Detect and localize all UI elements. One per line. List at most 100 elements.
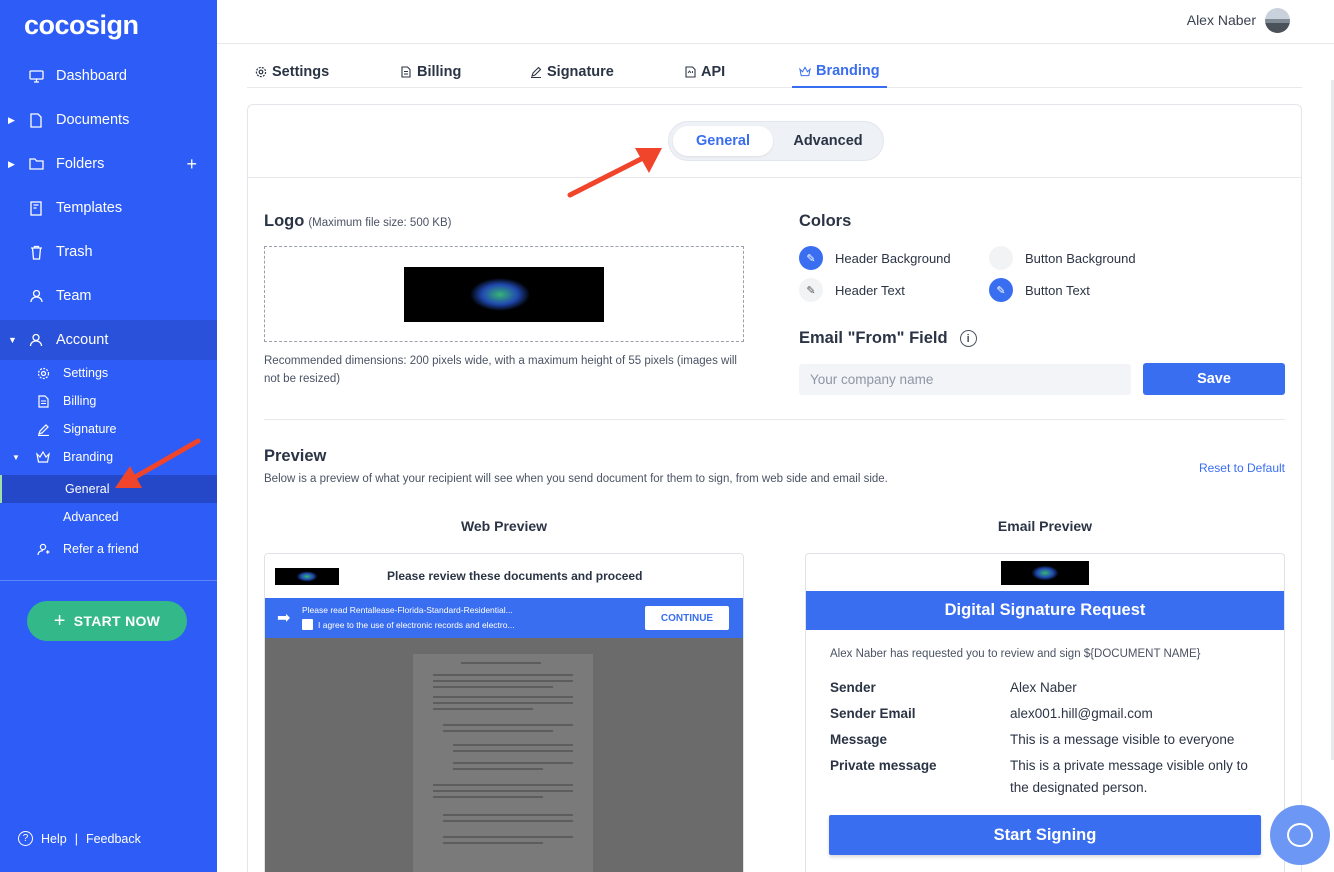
sidebar-item-label: Trash bbox=[56, 244, 93, 260]
tab-settings[interactable]: Settings bbox=[255, 56, 329, 88]
reset-to-default-link[interactable]: Reset to Default bbox=[1199, 461, 1285, 475]
user-icon bbox=[28, 332, 44, 348]
add-folder-icon[interactable]: + bbox=[186, 154, 197, 175]
folder-icon bbox=[28, 156, 44, 172]
tab-api[interactable]: API bbox=[684, 56, 725, 88]
tab-label: Branding bbox=[816, 63, 880, 79]
tab-branding[interactable]: Branding bbox=[792, 56, 887, 88]
start-now-button[interactable]: + START NOW bbox=[27, 601, 187, 641]
message-value: This is a message visible to everyone bbox=[1010, 729, 1260, 751]
message-label: Message bbox=[830, 732, 887, 747]
doc-text-line bbox=[453, 762, 573, 764]
brand-logo[interactable]: cocosign bbox=[24, 10, 139, 41]
private-message-value: This is a private message visible only t… bbox=[1010, 755, 1260, 799]
color-swatch-icon[interactable] bbox=[989, 246, 1013, 270]
doc-text-line bbox=[443, 842, 543, 844]
sender-label: Sender bbox=[830, 680, 876, 695]
chevron-down-icon[interactable]: ▼ bbox=[12, 453, 20, 462]
pencil-icon[interactable]: ✎ bbox=[989, 278, 1013, 302]
help-icon[interactable]: ? bbox=[18, 831, 33, 846]
segment-advanced[interactable]: Advanced bbox=[777, 126, 879, 156]
chevron-down-icon[interactable]: ▼ bbox=[8, 335, 17, 345]
tab-label: Signature bbox=[547, 64, 614, 80]
chat-support-button[interactable] bbox=[1270, 805, 1330, 865]
sidebar-sub-refer[interactable]: Refer a friend bbox=[0, 535, 217, 563]
sidebar-sub-advanced[interactable]: Advanced bbox=[0, 503, 217, 531]
sidebar-item-templates[interactable]: Templates bbox=[0, 188, 217, 228]
sidebar-sub-billing[interactable]: Billing bbox=[0, 387, 217, 415]
header-background-color[interactable]: ✎ Header Background bbox=[799, 246, 951, 270]
sidebar-sub-label: Signature bbox=[63, 422, 117, 436]
web-preview-consent-bar: ➡ Please read Rentallease-Florida-Standa… bbox=[265, 598, 743, 638]
sidebar-item-label: Account bbox=[56, 332, 108, 348]
sidebar-item-dashboard[interactable]: Dashboard bbox=[0, 56, 217, 96]
section-divider bbox=[264, 419, 1285, 420]
info-icon[interactable]: i bbox=[960, 330, 977, 347]
chevron-right-icon[interactable]: ▶ bbox=[8, 159, 15, 170]
color-label: Button Text bbox=[1025, 283, 1090, 298]
crown-icon bbox=[799, 65, 811, 77]
monitor-icon bbox=[28, 68, 44, 84]
help-separator: | bbox=[75, 832, 78, 846]
color-label: Header Background bbox=[835, 251, 951, 266]
continue-button[interactable]: CONTINUE bbox=[645, 606, 729, 630]
button-background-color[interactable]: Button Background bbox=[989, 246, 1136, 270]
doc-text-line bbox=[433, 790, 573, 792]
logo-dropzone[interactable] bbox=[264, 246, 744, 342]
sidebar-item-documents[interactable]: ▶ Documents bbox=[0, 100, 217, 140]
sidebar-item-account[interactable]: ▼ Account bbox=[0, 320, 217, 360]
sender-email-label: Sender Email bbox=[830, 706, 916, 721]
segment-general[interactable]: General bbox=[673, 126, 773, 156]
doc-text-line bbox=[443, 724, 573, 726]
email-from-heading: Email "From" Field i bbox=[799, 329, 977, 348]
chevron-right-icon[interactable]: ▶ bbox=[8, 115, 15, 126]
header-text-color[interactable]: ✎ Header Text bbox=[799, 278, 905, 302]
user-name[interactable]: Alex Naber bbox=[1187, 12, 1256, 28]
avatar[interactable] bbox=[1265, 8, 1290, 33]
colors-heading: Colors bbox=[799, 212, 851, 231]
doc-text-line bbox=[453, 744, 573, 746]
sidebar-sub-settings[interactable]: Settings bbox=[0, 359, 217, 387]
sidebar-sub-label: Refer a friend bbox=[63, 542, 139, 556]
trash-icon bbox=[28, 244, 44, 260]
pencil-icon[interactable]: ✎ bbox=[799, 246, 823, 270]
web-preview-logo bbox=[275, 568, 339, 585]
company-name-input[interactable] bbox=[799, 364, 1131, 395]
email-from-title: Email "From" Field bbox=[799, 329, 948, 348]
save-button[interactable]: Save bbox=[1143, 363, 1285, 395]
logo-dimension-hint: Recommended dimensions: 200 pixels wide,… bbox=[264, 352, 744, 388]
doc-text-line bbox=[433, 680, 573, 682]
doc-text-line bbox=[443, 820, 573, 822]
sidebar-item-team[interactable]: Team bbox=[0, 276, 217, 316]
template-icon bbox=[28, 200, 44, 216]
start-signing-button[interactable]: Start Signing bbox=[829, 815, 1261, 855]
tab-signature[interactable]: Signature bbox=[530, 56, 614, 88]
tab-billing[interactable]: Billing bbox=[400, 56, 461, 88]
sidebar-sub-label: Branding bbox=[63, 450, 113, 464]
crown-icon bbox=[36, 450, 50, 464]
consent-checkbox[interactable] bbox=[302, 619, 313, 630]
doc-text-line bbox=[433, 674, 573, 676]
doc-text-line bbox=[461, 662, 541, 664]
card-header: General Advanced bbox=[248, 105, 1301, 178]
uploaded-logo-image bbox=[404, 267, 604, 322]
pencil-icon[interactable]: ✎ bbox=[799, 278, 823, 302]
help-feedback-row: ? Help | Feedback bbox=[18, 831, 141, 846]
gear-icon bbox=[255, 66, 267, 78]
doc-text-line bbox=[443, 836, 573, 838]
sidebar-item-trash[interactable]: Trash bbox=[0, 232, 217, 272]
sidebar-item-label: Dashboard bbox=[56, 68, 127, 84]
annotation-arrow-general-tab bbox=[565, 143, 665, 201]
sidebar-item-folders[interactable]: ▶ Folders + bbox=[0, 144, 217, 184]
private-message-label: Private message bbox=[830, 758, 937, 773]
doc-text-line bbox=[453, 750, 573, 752]
feedback-link[interactable]: Feedback bbox=[86, 832, 141, 846]
annotation-arrow-general-sidebar bbox=[110, 436, 205, 494]
button-text-color[interactable]: ✎ Button Text bbox=[989, 278, 1090, 302]
document-icon bbox=[28, 112, 44, 128]
document-page bbox=[413, 654, 593, 872]
sidebar-sub-label: Settings bbox=[63, 366, 108, 380]
help-link[interactable]: Help bbox=[41, 832, 67, 846]
general-advanced-toggle: General Advanced bbox=[668, 121, 884, 161]
tab-label: Billing bbox=[417, 64, 461, 80]
